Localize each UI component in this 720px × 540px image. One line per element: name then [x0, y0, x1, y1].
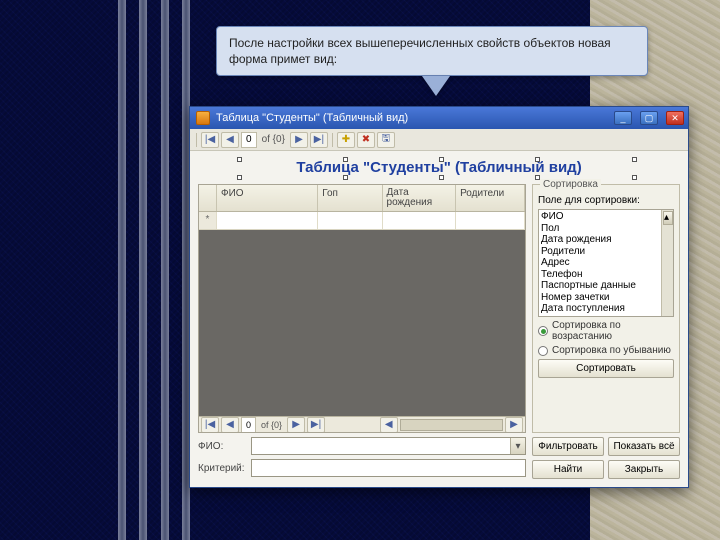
- sort-list-item[interactable]: Группа: [541, 315, 671, 318]
- sort-groupbox: Сортировка Поле для сортировки: ФИОПолДа…: [532, 184, 680, 433]
- nav-next-button[interactable]: ▶: [290, 132, 308, 148]
- save-button[interactable]: 🖫: [377, 132, 395, 148]
- sort-list-item[interactable]: Номер зачетки: [541, 292, 671, 304]
- grid-header: ФИО Гоп Дата рождения Родители: [199, 185, 525, 212]
- criteria-input[interactable]: [251, 459, 526, 477]
- sort-desc-label: Сортировка по убыванию: [552, 345, 671, 356]
- sort-asc-radio[interactable]: Сортировка по возрастанию: [538, 320, 674, 342]
- criteria-label: Критерий:: [198, 463, 245, 474]
- sort-field-listbox[interactable]: ФИОПолДата рожденияРодителиАдресТелефонП…: [538, 209, 674, 317]
- col-parents[interactable]: Родители: [456, 185, 525, 211]
- new-row-marker-icon: *: [199, 212, 217, 229]
- sort-asc-label: Сортировка по возрастанию: [552, 320, 674, 342]
- minimize-button[interactable]: _: [614, 111, 632, 125]
- nav-prev-button[interactable]: ◀: [221, 132, 239, 148]
- grid-navigator: |◀ ◀ 0 of {0} ▶ ▶| ◀ ▶: [199, 416, 525, 432]
- callout-arrow-icon: [422, 76, 450, 96]
- form-title: Таблица "Студенты" (Табличный вид): [296, 159, 581, 176]
- delete-record-button[interactable]: ✖: [357, 132, 375, 148]
- grid-nav-last[interactable]: ▶|: [307, 417, 325, 433]
- listbox-scrollbar[interactable]: ▴: [661, 210, 673, 316]
- grid-empty-area: [199, 230, 525, 416]
- close-button[interactable]: Закрыть: [608, 460, 680, 479]
- sort-list-item[interactable]: ФИО: [541, 211, 671, 223]
- titlebar[interactable]: Таблица "Студенты" (Табличный вид) _ ▢ ✕: [190, 107, 688, 129]
- app-icon: [196, 111, 210, 125]
- radio-off-icon: [538, 346, 548, 356]
- showall-button[interactable]: Показать всё: [608, 437, 680, 456]
- close-window-button[interactable]: ✕: [666, 111, 684, 125]
- fio-combo[interactable]: ▾: [251, 437, 526, 455]
- col-gop[interactable]: Гоп: [318, 185, 382, 211]
- callout-box: После настройки всех вышеперечисленных с…: [216, 26, 648, 76]
- sort-list-item[interactable]: Адрес: [541, 257, 671, 269]
- grid-nav-next[interactable]: ▶: [287, 417, 305, 433]
- sort-button[interactable]: Сортировать: [538, 359, 674, 378]
- decorative-rails: [118, 0, 190, 540]
- add-record-button[interactable]: ✚: [337, 132, 355, 148]
- grid-nav-first[interactable]: |◀: [201, 417, 219, 433]
- grid-nav-of: of {0}: [258, 420, 285, 430]
- fio-label: ФИО:: [198, 441, 245, 452]
- nav-position-input[interactable]: 0: [241, 132, 257, 148]
- filter-button[interactable]: Фильтровать: [532, 437, 604, 456]
- col-birthdate[interactable]: Дата рождения: [383, 185, 457, 211]
- new-row[interactable]: *: [199, 212, 525, 230]
- sort-desc-radio[interactable]: Сортировка по убыванию: [538, 345, 674, 356]
- sort-list-item[interactable]: Дата рождения: [541, 234, 671, 246]
- grid-nav-prev[interactable]: ◀: [221, 417, 239, 433]
- sort-list-item[interactable]: Телефон: [541, 269, 671, 281]
- sort-field-label: Поле для сортировки:: [538, 195, 674, 206]
- data-grid[interactable]: ФИО Гоп Дата рождения Родители * |◀ ◀ 0: [198, 184, 526, 433]
- form-header: Таблица "Студенты" (Табличный вид): [198, 157, 680, 180]
- navigator-toolbar: |◀ ◀ 0 of {0} ▶ ▶| ✚ ✖ 🖫: [190, 129, 688, 151]
- sort-legend: Сортировка: [540, 179, 601, 190]
- nav-first-button[interactable]: |◀: [201, 132, 219, 148]
- nav-of-label: of {0}: [259, 134, 288, 145]
- window-title: Таблица "Студенты" (Табличный вид): [216, 112, 408, 124]
- sort-list-item[interactable]: Дата поступления: [541, 303, 671, 315]
- grid-scroll-right[interactable]: ▶: [505, 417, 523, 433]
- maximize-button[interactable]: ▢: [640, 111, 658, 125]
- scroll-up-icon[interactable]: ▴: [663, 211, 673, 225]
- sort-list-item[interactable]: Родители: [541, 246, 671, 258]
- nav-last-button[interactable]: ▶|: [310, 132, 328, 148]
- find-button[interactable]: Найти: [532, 460, 604, 479]
- sort-list-item[interactable]: Паспортные данные: [541, 280, 671, 292]
- col-fio[interactable]: ФИО: [217, 185, 318, 211]
- grid-scroll-left[interactable]: ◀: [380, 417, 398, 433]
- grid-nav-pos[interactable]: 0: [241, 417, 256, 433]
- radio-on-icon: [538, 326, 548, 336]
- app-window: Таблица "Студенты" (Табличный вид) _ ▢ ✕…: [189, 106, 689, 488]
- chevron-down-icon[interactable]: ▾: [510, 438, 525, 454]
- sort-list-item[interactable]: Пол: [541, 223, 671, 235]
